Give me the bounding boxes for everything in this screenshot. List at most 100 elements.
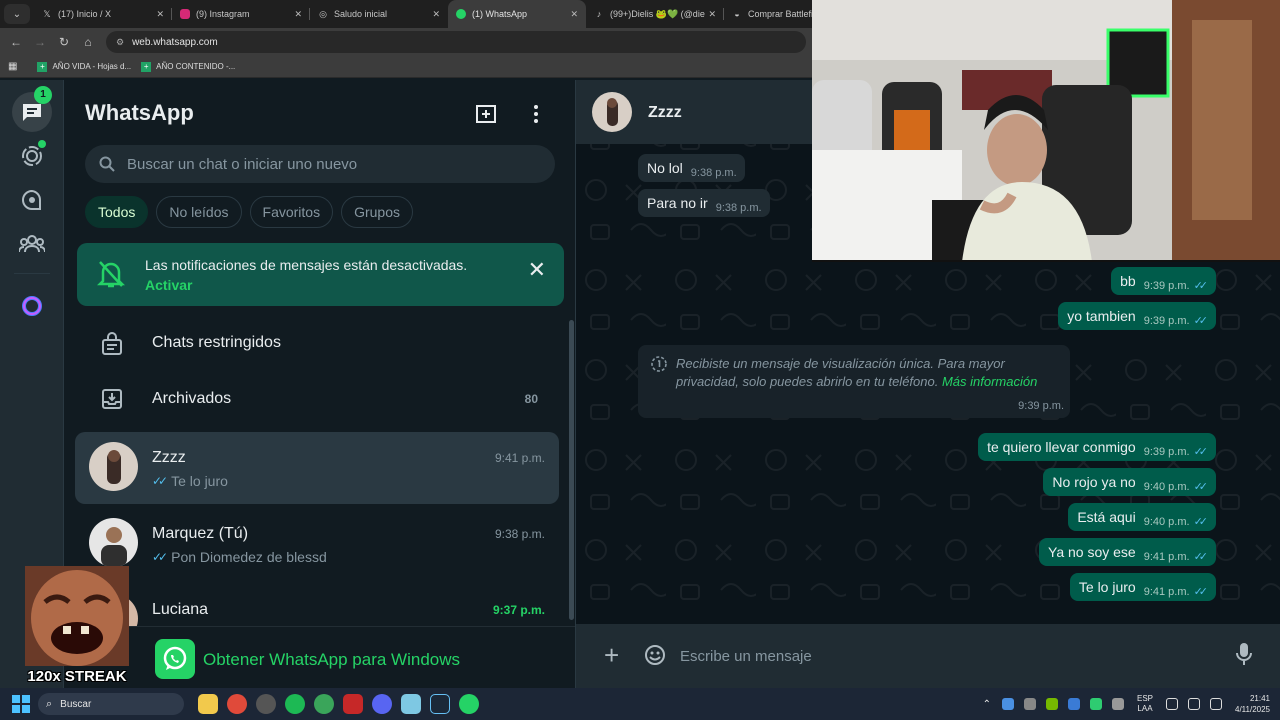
filter-unread[interactable]: No leídos: [156, 196, 242, 228]
message-input[interactable]: [680, 636, 1220, 676]
close-icon[interactable]: ✕: [294, 9, 302, 20]
back-icon[interactable]: ←: [4, 35, 28, 49]
nvidia-icon[interactable]: [1045, 698, 1058, 710]
activate-link[interactable]: Activar: [145, 277, 192, 293]
communities-nav-button[interactable]: [12, 224, 52, 264]
filter-groups[interactable]: Grupos: [341, 196, 414, 228]
contact-avatar[interactable]: [592, 92, 632, 132]
double-check-icon: ✓✓: [152, 550, 168, 564]
language-indicator[interactable]: ESP LAA: [1137, 694, 1153, 714]
outgoing-message[interactable]: yo tambien 9:39 p.m. ✓✓: [1058, 302, 1216, 330]
filter-favorites[interactable]: Favoritos: [249, 196, 334, 228]
close-icon[interactable]: ✕: [156, 9, 164, 20]
discord-icon[interactable]: [372, 694, 392, 714]
chats-icon: [23, 104, 41, 121]
archived-row[interactable]: Archivados 80: [65, 372, 565, 428]
chevron-up-icon[interactable]: ⌃: [983, 699, 991, 710]
search-input[interactable]: [127, 155, 527, 173]
status-nav-button[interactable]: [12, 136, 52, 176]
chat-row[interactable]: Zzzz 9:41 p.m. ✓✓ Te lo juro: [75, 432, 559, 504]
recording-app-icon[interactable]: [343, 694, 363, 714]
bookmark-item[interactable]: + AÑO CONTENIDO -...: [141, 61, 235, 72]
incoming-message[interactable]: No lol 9:38 p.m.: [638, 154, 745, 182]
get-windows-banner[interactable]: Obtener WhatsApp para Windows: [65, 626, 575, 688]
app-icon[interactable]: [256, 694, 276, 714]
message-text: No lol: [647, 160, 683, 176]
close-icon[interactable]: ✕: [432, 9, 440, 20]
outgoing-message[interactable]: bb 9:39 p.m. ✓✓: [1111, 267, 1216, 295]
url-text: web.whatsapp.com: [132, 36, 218, 48]
instagram-icon: [180, 9, 190, 19]
close-icon[interactable]: ✕: [528, 259, 546, 281]
search-box[interactable]: [85, 145, 555, 183]
tray-app-icon[interactable]: [1001, 698, 1014, 710]
battery-icon[interactable]: [1210, 698, 1222, 710]
browser-tab-active[interactable]: (1) WhatsApp ✕: [448, 0, 586, 28]
notification-text: Las notificaciones de mensajes están des…: [145, 257, 468, 273]
microphone-icon[interactable]: [1236, 642, 1252, 666]
tab-search-button[interactable]: ⌄: [4, 4, 30, 24]
notepad-icon[interactable]: [401, 694, 421, 714]
url-field[interactable]: ⚙ web.whatsapp.com: [106, 31, 806, 53]
chats-badge: 1: [34, 86, 52, 104]
chrome-profile-icon[interactable]: [314, 694, 334, 714]
browser-tab[interactable]: ♪ (99+)Dielis 🐸💚 (@die ✕: [586, 0, 724, 28]
tray-app-icon[interactable]: [1023, 698, 1036, 710]
outgoing-message[interactable]: Está aqui 9:40 p.m. ✓✓: [1068, 503, 1216, 531]
menu-button[interactable]: [524, 102, 548, 126]
tray-app-icon[interactable]: [1067, 698, 1080, 710]
steam-icon[interactable]: [430, 694, 450, 714]
taskbar-search[interactable]: ⌕ Buscar: [38, 693, 184, 715]
meta-ai-nav-button[interactable]: [12, 286, 52, 326]
apps-grid-icon[interactable]: ▦: [8, 61, 17, 72]
whatsapp-taskbar-icon[interactable]: [459, 694, 479, 714]
forward-icon[interactable]: →: [28, 35, 52, 49]
home-icon[interactable]: ⌂: [76, 35, 100, 49]
outgoing-message[interactable]: te quiero llevar conmigo 9:39 p.m. ✓✓: [978, 433, 1216, 461]
reload-icon[interactable]: ↻: [52, 35, 76, 49]
network-icon[interactable]: [1166, 698, 1178, 710]
globe-icon: ◎: [319, 9, 327, 19]
tab-label: (99+)Dielis 🐸💚 (@die: [610, 8, 705, 19]
chat-list-scrollbar[interactable]: [569, 320, 574, 620]
lock-chat-icon: [102, 332, 122, 355]
browser-tab[interactable]: (9) Instagram ✕: [172, 0, 310, 28]
chrome-icon[interactable]: [227, 694, 247, 714]
language-code: ESP: [1136, 694, 1153, 703]
message-time: 9:39 p.m.: [1018, 400, 1064, 412]
spotify-icon[interactable]: [285, 694, 305, 714]
browser-tab[interactable]: ◒ Comprar Battlefield: [724, 0, 819, 28]
emoji-icon[interactable]: [644, 644, 666, 666]
outgoing-message[interactable]: Te lo juro 9:41 p.m. ✓✓: [1069, 573, 1216, 601]
outgoing-message[interactable]: Ya no soy ese 9:41 p.m. ✓✓: [1039, 538, 1216, 566]
message-text: No rojo ya no: [1052, 474, 1136, 490]
message-text: te quiero llevar conmigo: [987, 439, 1136, 455]
channels-nav-button[interactable]: [12, 180, 52, 220]
windows-start-icon[interactable]: [12, 695, 30, 713]
new-chat-button[interactable]: [474, 102, 498, 126]
clock[interactable]: 21:41 4/11/2025: [1235, 693, 1270, 715]
volume-icon[interactable]: [1188, 698, 1200, 710]
attach-plus-icon[interactable]: +: [604, 642, 619, 668]
bookmark-item[interactable]: + AÑO VIDA - Hojas d...: [37, 61, 131, 72]
chats-nav-button[interactable]: 1: [12, 86, 52, 132]
chat-row[interactable]: Marquez (Tú) 9:38 p.m. ✓✓ Pon Diomedez de…: [75, 508, 559, 580]
browser-tab[interactable]: ◎ Saludo inicial ✕: [310, 0, 448, 28]
tray-app-icon[interactable]: [1111, 698, 1124, 710]
message-text: Ya no soy ese: [1048, 544, 1136, 560]
close-icon[interactable]: ✕: [570, 9, 578, 20]
outgoing-message[interactable]: No rojo ya no 9:40 p.m. ✓✓: [1043, 468, 1216, 496]
incoming-message[interactable]: Para no ir 9:38 p.m.: [638, 189, 770, 217]
bell-off-icon: [97, 261, 125, 288]
filter-all[interactable]: Todos: [85, 196, 149, 228]
status-icon: [22, 146, 42, 166]
avatar: [89, 518, 138, 567]
chat-list-panel: WhatsApp Todos No leídos Favoritos Grupo…: [65, 80, 576, 688]
site-settings-icon[interactable]: ⚙: [116, 37, 124, 48]
browser-tab[interactable]: 𝕏 (17) Inicio / X ✕: [34, 0, 172, 28]
file-explorer-icon[interactable]: [198, 694, 218, 714]
learn-more-link[interactable]: Más información: [942, 374, 1037, 389]
tray-app-icon[interactable]: [1089, 698, 1102, 710]
close-icon[interactable]: ✕: [708, 9, 716, 20]
restricted-chats-row[interactable]: Chats restringidos: [65, 316, 565, 372]
